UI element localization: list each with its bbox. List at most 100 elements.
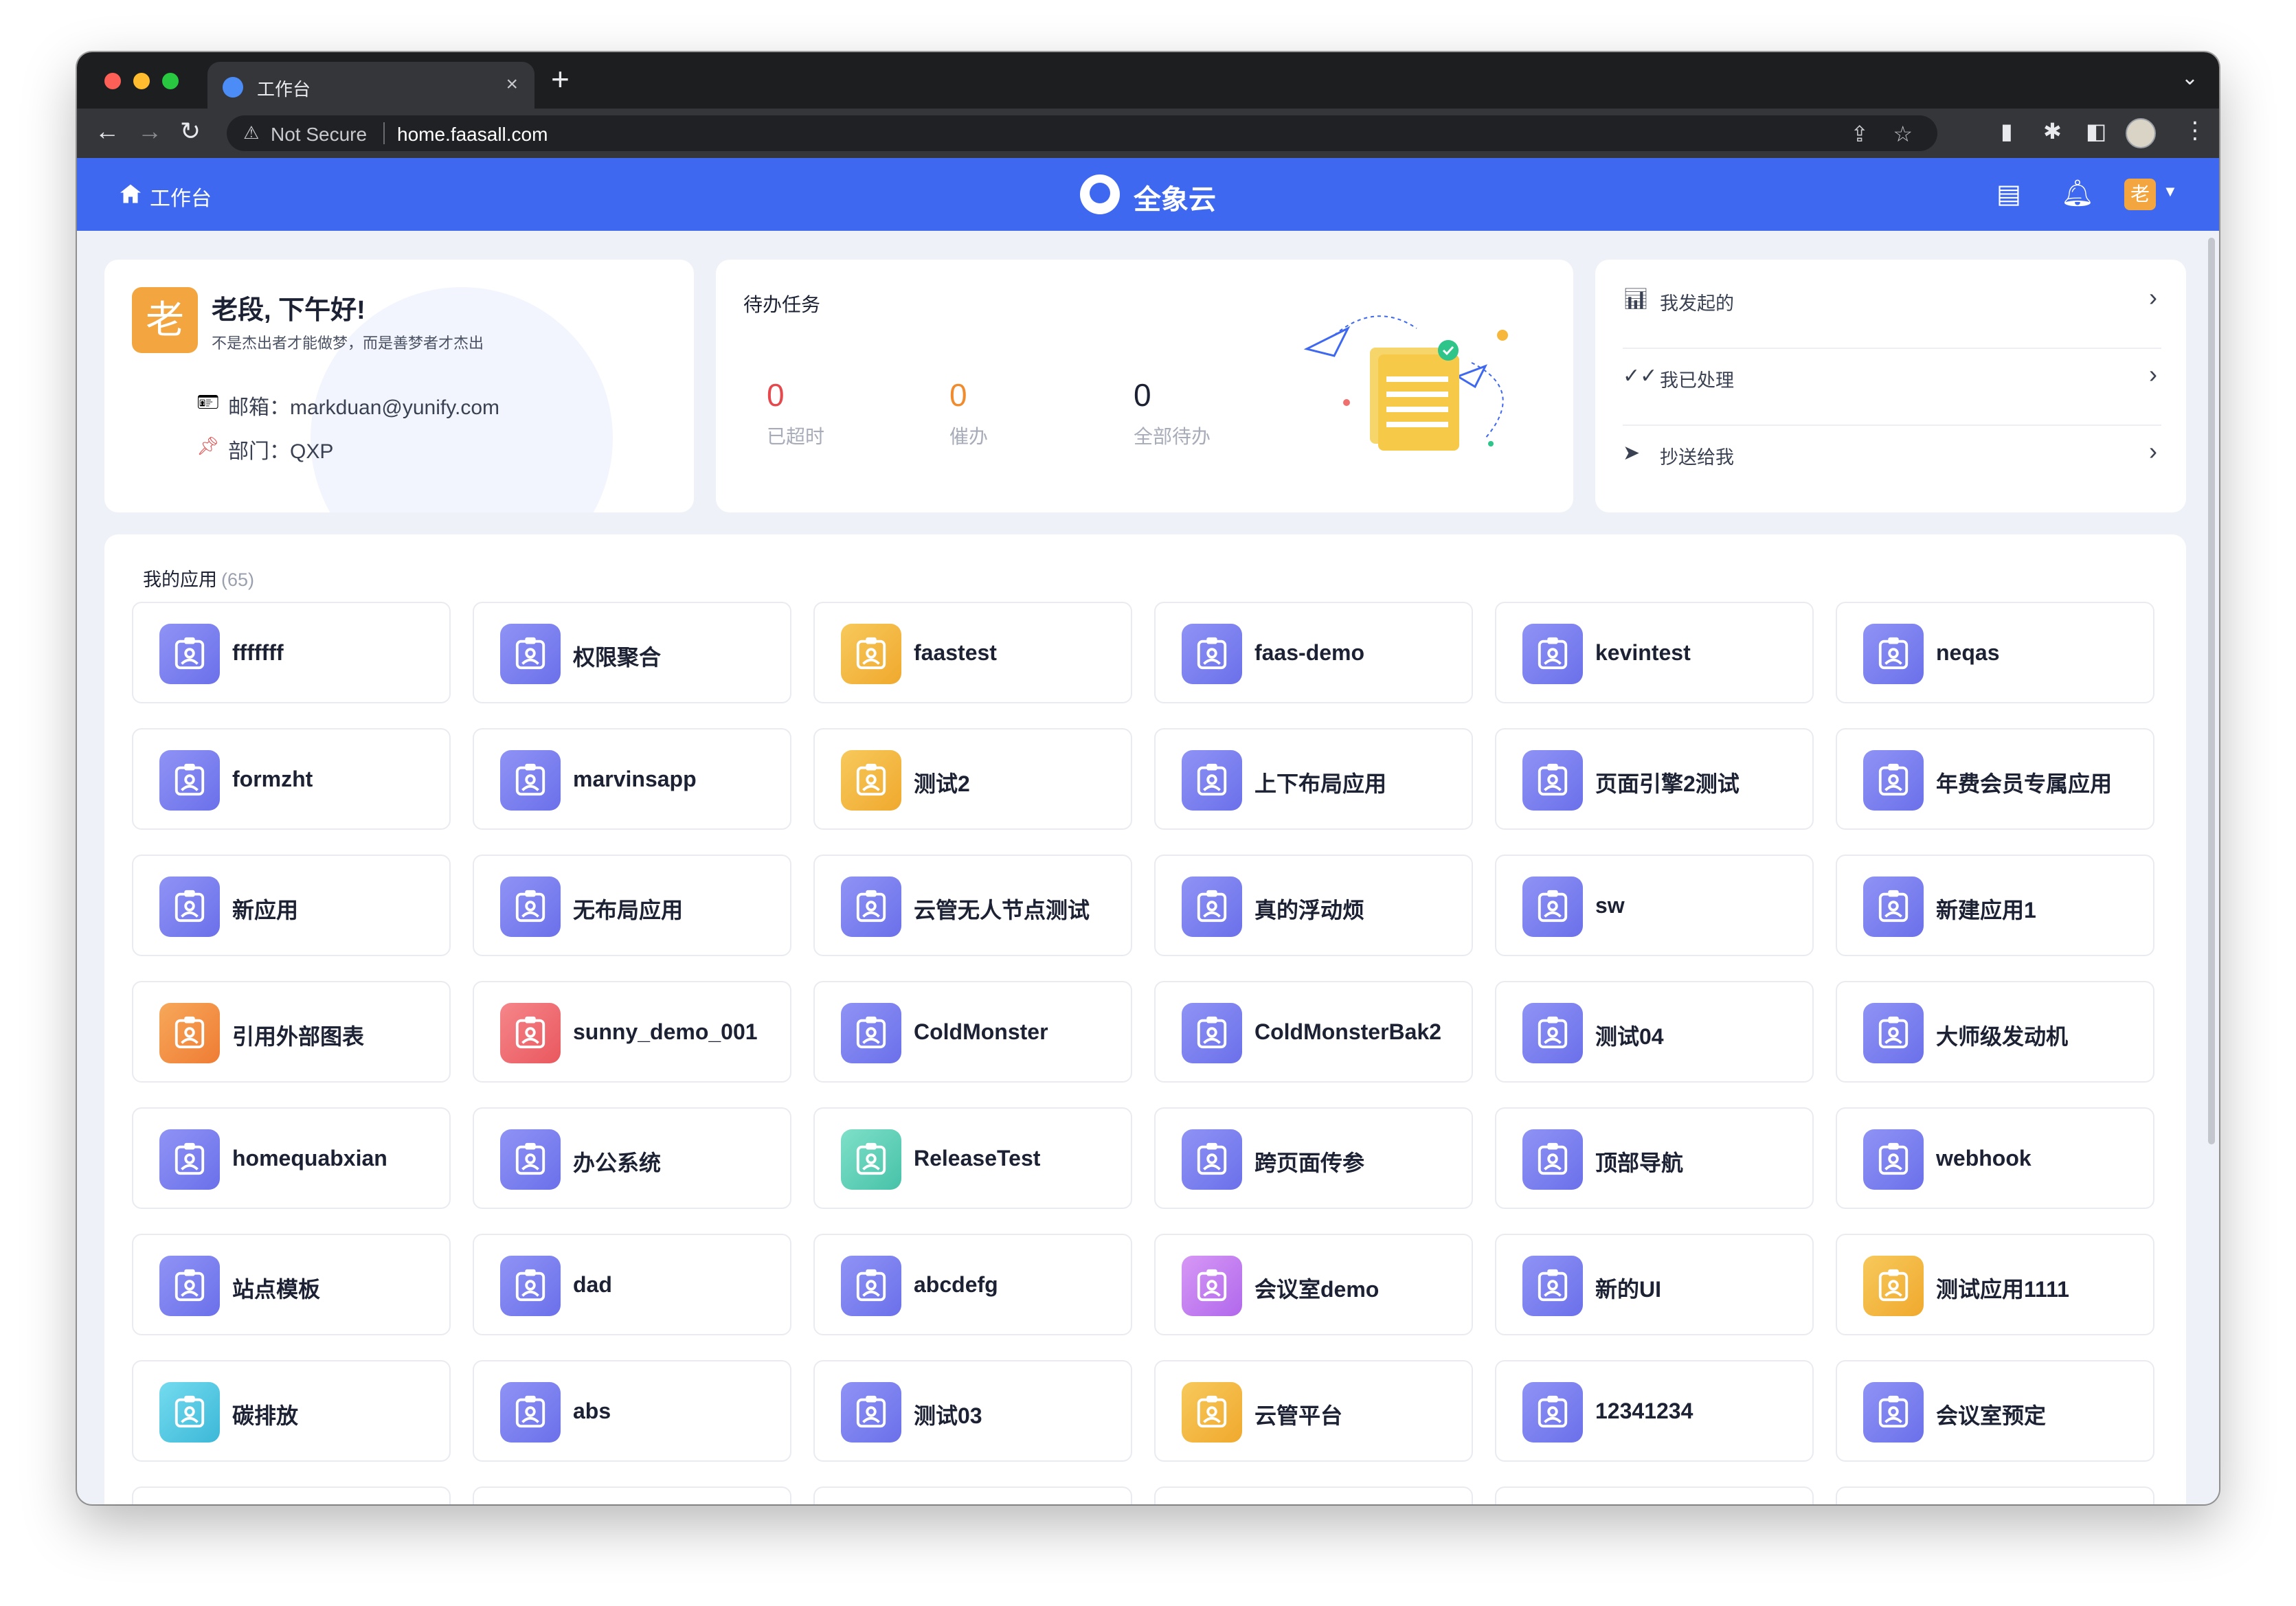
all-todo-count[interactable]: 0	[1134, 376, 1151, 414]
app-tile[interactable]: 新的UI	[1495, 1234, 1814, 1335]
sidebar-icon[interactable]: ◧	[2086, 118, 2106, 144]
app-name: homequabxian	[232, 1146, 387, 1170]
app-tile[interactable]: sw	[1495, 855, 1814, 956]
bookmark-star-icon[interactable]: ☆	[1893, 121, 1913, 147]
app-tile[interactable]: 无布局应用	[473, 855, 791, 956]
reload-icon[interactable]: ↻	[180, 117, 201, 146]
pin-icon: 📌︎	[196, 436, 220, 456]
browser-profile-avatar[interactable]	[2126, 118, 2156, 148]
app-tile-partial[interactable]	[132, 1486, 451, 1504]
app-tile[interactable]: 权限聚合	[473, 602, 791, 703]
app-tile[interactable]: 碳排放	[132, 1360, 451, 1462]
bell-icon[interactable]: 🔔︎	[2061, 179, 2094, 209]
all-todo-label[interactable]: 全部待办	[1134, 422, 1211, 449]
app-tile[interactable]: neqas	[1836, 602, 2154, 703]
app-tile[interactable]: 新应用	[132, 855, 451, 956]
app-name: 页面引擎2测试	[1595, 771, 1740, 796]
close-window-button[interactable]	[104, 73, 121, 89]
app-tile[interactable]: 新建应用1	[1836, 855, 2154, 956]
link-cc-to-me[interactable]: ➤ 抄送给我 ›	[1623, 414, 2161, 490]
link-processed[interactable]: ✓✓ 我已处理 ›	[1623, 337, 2161, 414]
app-tile[interactable]: 测试04	[1495, 981, 1814, 1083]
app-name: 测试03	[914, 1403, 982, 1428]
extension-icon[interactable]: ▮	[2001, 118, 2013, 144]
app-tile[interactable]: abs	[473, 1360, 791, 1462]
urge-label[interactable]: 催办	[949, 422, 988, 449]
app-tile[interactable]: 大师级发动机	[1836, 981, 2154, 1083]
app-tile[interactable]: 真的浮动烦	[1154, 855, 1473, 956]
app-tile[interactable]: 办公系统	[473, 1107, 791, 1209]
app-tile[interactable]: 页面引擎2测试	[1495, 728, 1814, 830]
app-icon	[1522, 750, 1583, 811]
document-icon[interactable]: ▤	[1996, 179, 2021, 210]
app-name: 云管平台	[1254, 1403, 1343, 1428]
app-tile[interactable]: ReleaseTest	[813, 1107, 1132, 1209]
app-tile-partial[interactable]	[473, 1486, 791, 1504]
back-icon[interactable]: ←	[95, 117, 120, 146]
app-tile[interactable]: 顶部导航	[1495, 1107, 1814, 1209]
not-secure-label: Not Secure	[271, 124, 368, 145]
favicon-icon	[223, 77, 243, 98]
tab-close-icon[interactable]: ×	[506, 73, 518, 96]
app-tile[interactable]: ColdMonster	[813, 981, 1132, 1083]
app-tile[interactable]: 云管无人节点测试	[813, 855, 1132, 956]
app-tile-partial[interactable]	[1836, 1486, 2154, 1504]
tab-search-icon[interactable]: ⌄	[2181, 66, 2198, 90]
app-tile[interactable]: fffffff	[132, 602, 451, 703]
more-menu-icon[interactable]: ⋮	[2183, 117, 2207, 144]
app-tile[interactable]: 年费会员专属应用	[1836, 728, 2154, 830]
user-avatar[interactable]: 老	[2124, 179, 2156, 210]
home-icon[interactable]	[118, 181, 143, 206]
app-tile[interactable]: 上下布局应用	[1154, 728, 1473, 830]
app-tile[interactable]: faastest	[813, 602, 1132, 703]
workbench-link[interactable]: 工作台	[150, 181, 212, 212]
puzzle-icon[interactable]: ✱	[2043, 118, 2062, 144]
urge-count[interactable]: 0	[949, 376, 967, 414]
share-icon[interactable]: ⇪	[1850, 121, 1869, 147]
app-tile[interactable]: 跨页面传参	[1154, 1107, 1473, 1209]
app-name: 办公系统	[573, 1151, 662, 1175]
app-tile[interactable]: webhook	[1836, 1107, 2154, 1209]
link-initiated-by-me[interactable]: 📊︎ 我发起的 ›	[1623, 260, 2161, 337]
app-tile[interactable]: 测试2	[813, 728, 1132, 830]
app-tile[interactable]: 测试03	[813, 1360, 1132, 1462]
app-tile[interactable]: ColdMonsterBak2	[1154, 981, 1473, 1083]
app-tile[interactable]: dad	[473, 1234, 791, 1335]
app-icon	[1863, 750, 1924, 811]
maximize-window-button[interactable]	[162, 73, 179, 89]
app-tile[interactable]: formzht	[132, 728, 451, 830]
address-bar[interactable]: ⚠ Not Secure home.faasall.com ⇪ ☆	[227, 115, 1937, 151]
new-tab-button[interactable]: +	[551, 60, 570, 98]
app-name: 测试04	[1595, 1024, 1664, 1049]
tab-title: 工作台	[257, 79, 311, 100]
app-tile[interactable]: marvinsapp	[473, 728, 791, 830]
app-tile[interactable]: sunny_demo_001	[473, 981, 791, 1083]
app-tile[interactable]: 站点模板	[132, 1234, 451, 1335]
my-apps-card: 我的应用 (65) fffffff 权限聚合 faastest faas-demo kev…	[104, 534, 2186, 1504]
browser-tab[interactable]: 工作台 ×	[207, 62, 534, 109]
app-tile-partial[interactable]	[1495, 1486, 1814, 1504]
app-tile[interactable]: faas-demo	[1154, 602, 1473, 703]
app-tile[interactable]: abcdefg	[813, 1234, 1132, 1335]
minimize-window-button[interactable]	[133, 73, 150, 89]
page-scrollbar[interactable]	[2204, 231, 2219, 1504]
url-text[interactable]: home.faasall.com	[397, 124, 548, 146]
app-tile[interactable]: 会议室demo	[1154, 1234, 1473, 1335]
scrollbar-thumb[interactable]	[2208, 238, 2215, 1144]
app-name: dad	[573, 1272, 612, 1297]
app-tile[interactable]: 12341234	[1495, 1360, 1814, 1462]
chevron-down-icon[interactable]: ▼	[2163, 183, 2178, 201]
forward-icon[interactable]: →	[137, 117, 162, 146]
app-icon	[1863, 1256, 1924, 1316]
app-tile[interactable]: 引用外部图表	[132, 981, 451, 1083]
overdue-label[interactable]: 已超时	[767, 422, 824, 449]
app-tile[interactable]: homequabxian	[132, 1107, 451, 1209]
app-tile-partial[interactable]	[1154, 1486, 1473, 1504]
app-tile[interactable]: 会议室预定	[1836, 1360, 2154, 1462]
my-apps-title: 我的应用 (65)	[143, 565, 254, 591]
app-tile[interactable]: 测试应用1111	[1836, 1234, 2154, 1335]
app-tile[interactable]: kevintest	[1495, 602, 1814, 703]
app-tile-partial[interactable]	[813, 1486, 1132, 1504]
overdue-count[interactable]: 0	[767, 376, 785, 414]
app-tile[interactable]: 云管平台	[1154, 1360, 1473, 1462]
